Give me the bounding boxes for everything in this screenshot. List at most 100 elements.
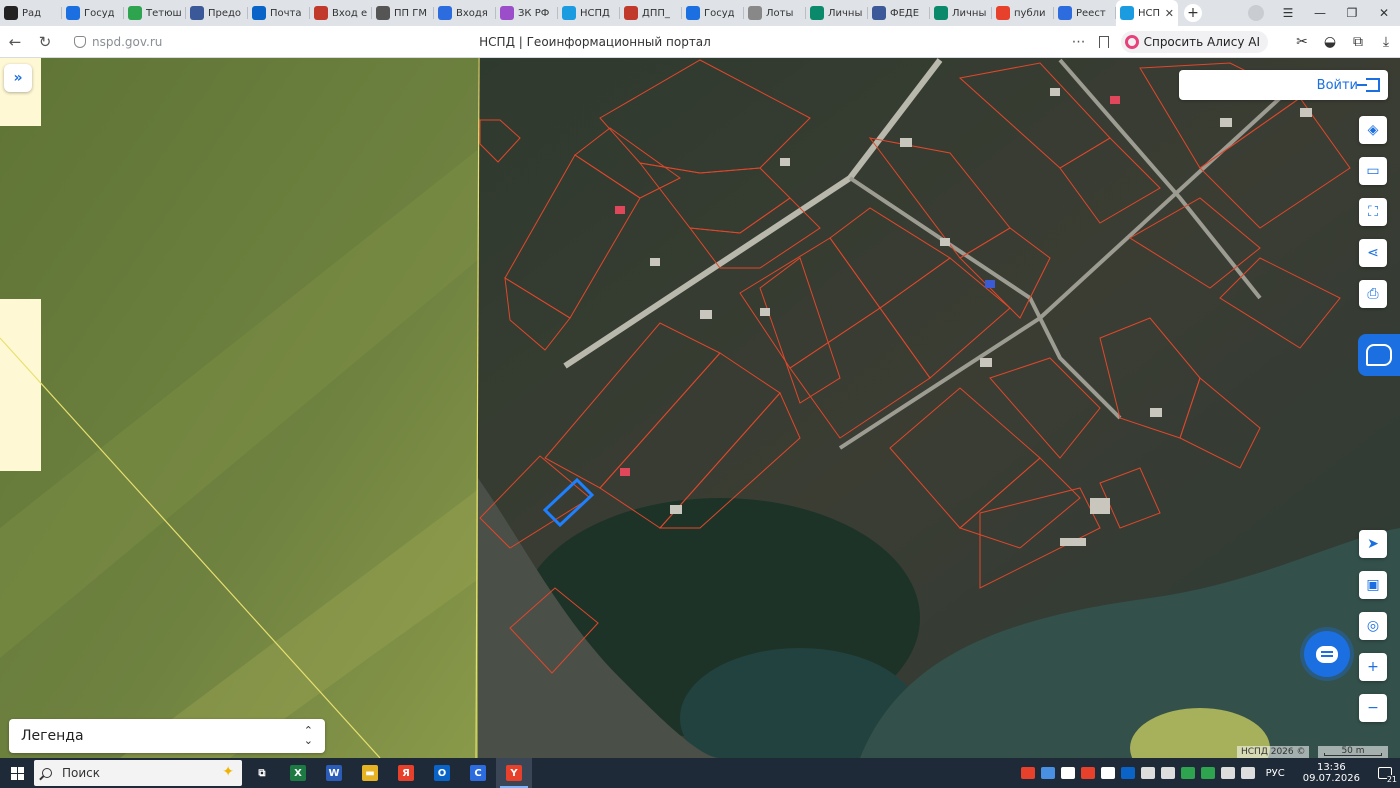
reload-button[interactable]: ↻	[30, 33, 60, 51]
yandex-taskbar-button[interactable]: Я	[388, 758, 424, 788]
select-area-button[interactable]: ⛶	[1359, 198, 1387, 226]
tab[interactable]: Личны	[806, 0, 868, 26]
tab[interactable]: Тетюш	[124, 0, 186, 26]
back-button[interactable]: ←	[0, 33, 30, 51]
outlook-icon: O	[434, 765, 450, 781]
url-field[interactable]: nspd.gov.ru	[92, 35, 162, 49]
feedback-gos-button[interactable]	[1358, 334, 1400, 376]
tray-app-icon[interactable]	[1060, 767, 1075, 779]
tab-title: НСП	[1138, 7, 1161, 19]
tray-volume-icon[interactable]	[1240, 767, 1255, 779]
clock[interactable]: 13:36 09.07.2026	[1303, 762, 1360, 784]
zoom-out-button[interactable]: −	[1359, 694, 1387, 722]
chat-button[interactable]	[1304, 631, 1350, 677]
map-canvas[interactable]: »	[0, 58, 1400, 758]
tray-app-icon[interactable]	[1040, 767, 1055, 779]
tab[interactable]: публи	[992, 0, 1054, 26]
taskbar-search[interactable]: Поиск ✦	[34, 760, 242, 786]
taskbar-search-placeholder: Поиск	[62, 766, 101, 780]
tab[interactable]: Личны	[930, 0, 992, 26]
gosuslugi-icon	[686, 6, 700, 20]
tab[interactable]: ДПП_	[620, 0, 682, 26]
tab[interactable]: Почта	[248, 0, 310, 26]
outlook-taskbar-button[interactable]: O	[424, 758, 460, 788]
geolocate-button[interactable]: ➤	[1359, 530, 1387, 558]
alice-icon	[1124, 35, 1139, 49]
tray-outlook-icon[interactable]	[1120, 767, 1135, 779]
protection-icon[interactable]	[74, 35, 86, 48]
print-button[interactable]: ⎙	[1359, 280, 1387, 308]
ask-alice-button[interactable]: Спросить Алису AI	[1120, 31, 1268, 53]
share-button[interactable]: ⋖	[1359, 239, 1387, 267]
yandex-browser-taskbar-button[interactable]: Y	[496, 758, 532, 788]
layers-button[interactable]: ◈	[1359, 116, 1387, 144]
tray-network-icon[interactable]	[1220, 767, 1235, 779]
tray-app-icon[interactable]	[1160, 767, 1175, 779]
map-pin-icon	[128, 6, 142, 20]
tray-app-icon[interactable]	[1140, 767, 1155, 779]
tray-app-icon[interactable]	[1080, 767, 1095, 779]
tab[interactable]: ЗК РФ	[496, 0, 558, 26]
tray-mail-icon[interactable]	[1100, 767, 1115, 779]
expand-sidebar-button[interactable]: »	[4, 64, 32, 92]
feather-icon	[1058, 6, 1072, 20]
more-icon[interactable]: ⋯	[1072, 34, 1087, 50]
explorer-taskbar-button[interactable]: ▬	[352, 758, 388, 788]
check-icon	[810, 6, 824, 20]
location-search-button[interactable]: ◎	[1359, 612, 1387, 640]
tab-title: Вход е	[332, 7, 368, 19]
tab[interactable]: Госуд	[682, 0, 744, 26]
legend-selector[interactable]: Легенда ⌃ ⌄	[9, 719, 325, 753]
tab-list: Рад Госуд Тетюш Предо Почта Вход е ПП ГМ Входя З…	[0, 0, 1178, 26]
login-button[interactable]: Войти	[1179, 70, 1388, 100]
pinned-apps: ⧉ X W ▬ Я O C Y	[244, 758, 532, 788]
tab-title: ДПП_	[642, 7, 670, 19]
tab[interactable]: ПП ГМ	[372, 0, 434, 26]
maximize-button[interactable]: ❐	[1336, 6, 1368, 20]
tab[interactable]: Предо	[186, 0, 248, 26]
new-tab-button[interactable]: +	[1184, 4, 1202, 22]
close-window-button[interactable]: ✕	[1368, 6, 1400, 20]
pin-icon	[624, 6, 638, 20]
map-imagery[interactable]	[0, 58, 1400, 758]
tab[interactable]: Входя	[434, 0, 496, 26]
search-icon	[42, 768, 52, 778]
word-icon: W	[326, 765, 342, 781]
basemap-button[interactable]: ▣	[1359, 571, 1387, 599]
tab-title: НСПД	[580, 7, 610, 19]
language-indicator[interactable]: РУС	[1266, 768, 1285, 779]
zoom-in-button[interactable]: +	[1359, 653, 1387, 681]
tab[interactable]: Реест	[1054, 0, 1116, 26]
tab-active[interactable]: НСП ✕	[1116, 0, 1178, 26]
downloads-icon[interactable]: ⤓	[1372, 34, 1400, 50]
tab[interactable]: Вход е	[310, 0, 372, 26]
excel-taskbar-button[interactable]: X	[280, 758, 316, 788]
tab-title: Личны	[828, 7, 863, 19]
tools-icon[interactable]: ✂	[1288, 34, 1316, 50]
menu-button[interactable]: ☰	[1272, 6, 1304, 20]
close-tab-icon[interactable]: ✕	[1165, 7, 1174, 20]
start-button[interactable]	[0, 758, 34, 788]
ruler-button[interactable]: ▭	[1359, 157, 1387, 185]
tab[interactable]: Рад	[0, 0, 62, 26]
excel-icon: X	[290, 765, 306, 781]
tab[interactable]: Госуд	[62, 0, 124, 26]
word-taskbar-button[interactable]: W	[316, 758, 352, 788]
chromium-taskbar-button[interactable]: C	[460, 758, 496, 788]
tab-title: Почта	[270, 7, 302, 19]
task-view-taskbar-button[interactable]: ⧉	[244, 758, 280, 788]
login-icon	[1357, 78, 1380, 92]
tab[interactable]: ФЕДЕ	[868, 0, 930, 26]
reader-icon[interactable]: ◒	[1316, 34, 1344, 50]
tray-app-icon[interactable]	[1020, 767, 1035, 779]
tray-app-icon[interactable]	[1200, 767, 1215, 779]
tray-app-icon[interactable]	[1180, 767, 1195, 779]
tab[interactable]: НСПД	[558, 0, 620, 26]
notifications-button[interactable]: 21	[1378, 767, 1397, 784]
windows-taskbar: Поиск ✦ ⧉ X W ▬ Я O C Y РУС 13:36 09.07.2026 21	[0, 758, 1400, 788]
extensions-icon[interactable]: ⧉	[1344, 34, 1372, 50]
minimize-button[interactable]: —	[1304, 6, 1336, 20]
bookmark-icon[interactable]	[1098, 36, 1109, 48]
tab[interactable]: Лоты	[744, 0, 806, 26]
profile-avatar[interactable]	[1248, 5, 1264, 21]
